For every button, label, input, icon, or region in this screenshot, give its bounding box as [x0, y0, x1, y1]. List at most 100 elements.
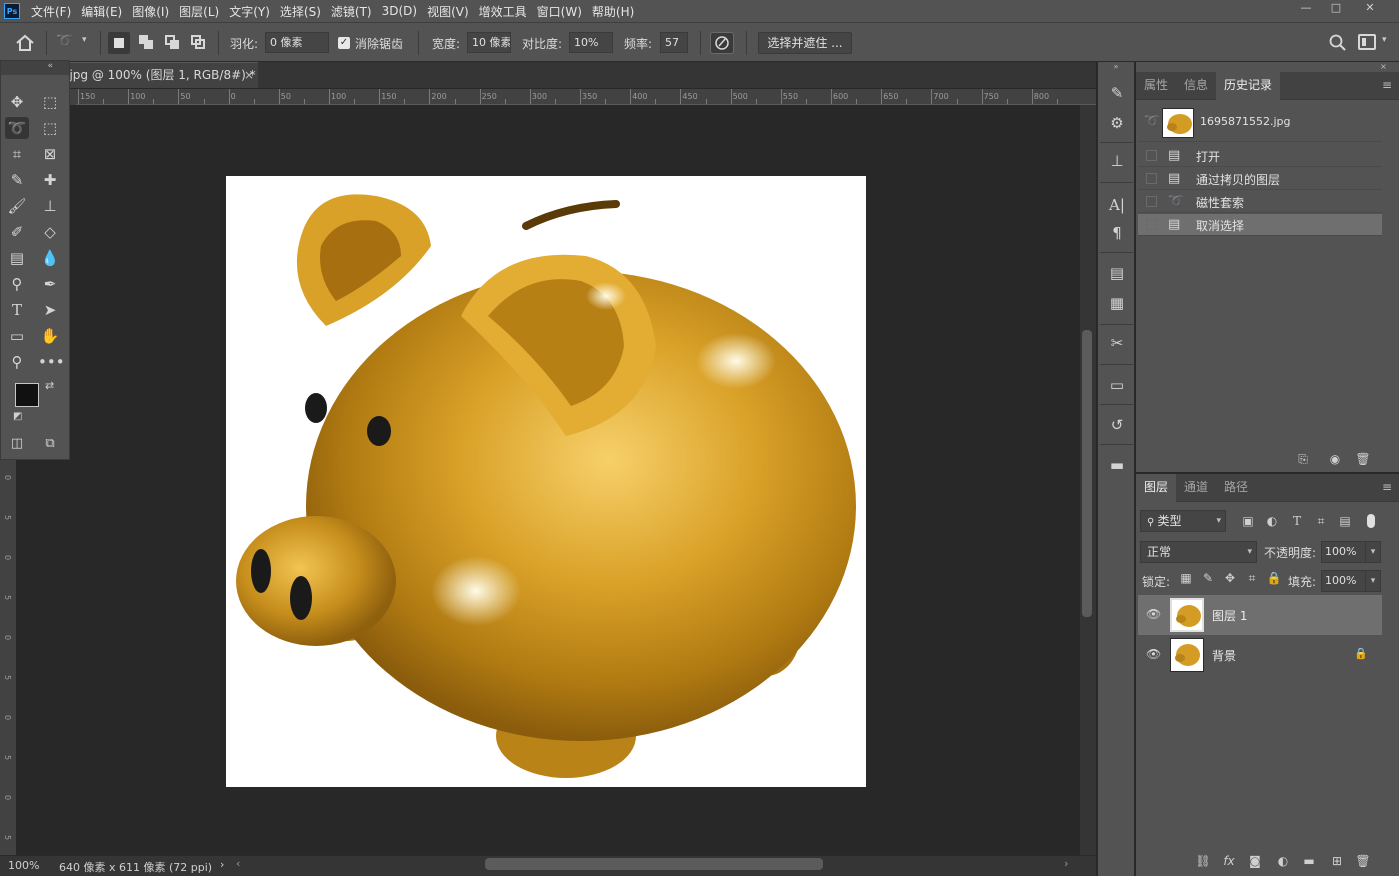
hand-tool-icon[interactable]: ✋ — [38, 325, 62, 347]
layer-name[interactable]: 图层 1 — [1212, 607, 1247, 624]
camera-snapshot-icon[interactable]: ◉ — [1326, 450, 1344, 468]
select-and-mask-button[interactable]: 选择并遮住 ... — [758, 32, 852, 54]
healing-brush-tool-icon[interactable]: ✚ — [38, 169, 62, 191]
default-colors-icon[interactable]: ◩ — [13, 411, 22, 422]
history-collapse-icon[interactable]: × — [1380, 62, 1387, 71]
gradients-icon[interactable]: ▭ — [1105, 374, 1129, 396]
menu-help[interactable]: 帮助(H) — [587, 3, 639, 20]
more-tools-icon[interactable]: ••• — [38, 351, 65, 373]
maximize-button[interactable]: □ — [1321, 0, 1351, 18]
layer-style-fx-icon[interactable]: fx — [1220, 852, 1238, 870]
menu-window[interactable]: 窗口(W) — [532, 3, 587, 20]
paragraph-icon[interactable]: ¶ — [1105, 222, 1129, 244]
tool-presets-icon[interactable]: ✂ — [1105, 332, 1129, 354]
screen-mode-icon[interactable]: ⧉ — [38, 433, 62, 455]
magnetic-lasso-tool-icon[interactable]: ➰ — [5, 117, 29, 139]
menu-select[interactable]: 选择(S) — [275, 3, 326, 20]
document-canvas[interactable] — [226, 176, 866, 787]
lock-icon[interactable]: 🔒 — [1354, 647, 1368, 660]
menu-view[interactable]: 视图(V) — [422, 3, 474, 20]
visibility-eye-icon[interactable]: 👁 — [1146, 647, 1162, 663]
layer-row-layer-1[interactable]: 👁 图层 1 — [1138, 595, 1382, 635]
antialias-checkbox[interactable]: ✓ — [338, 37, 350, 49]
magnetic-lasso-preset-icon[interactable]: ➰ — [56, 33, 78, 53]
tab-properties[interactable]: 属性 — [1136, 72, 1176, 100]
scroll-right-icon[interactable]: › — [1064, 857, 1068, 870]
menu-plugins[interactable]: 增效工具 — [474, 3, 532, 20]
new-layer-icon[interactable]: ⊞ — [1328, 852, 1346, 870]
eraser-tool-icon[interactable]: ◇ — [38, 221, 62, 243]
delete-layer-icon[interactable]: 🗑 — [1354, 852, 1372, 870]
move-tool-icon[interactable]: ✥ — [5, 91, 29, 113]
quick-mask-icon[interactable]: ◫ — [5, 433, 29, 455]
close-window-button[interactable]: ✕ — [1355, 0, 1385, 18]
clone-stamp-tool-icon[interactable]: ⊥ — [38, 195, 62, 217]
frame-tool-icon[interactable]: ⊠ — [38, 143, 62, 165]
lock-artboard-icon[interactable]: ⌗ — [1244, 570, 1260, 586]
chevron-down-icon[interactable]: ▾ — [82, 35, 87, 45]
new-selection-button[interactable] — [108, 32, 130, 54]
trash-icon[interactable]: 🗑 — [1354, 450, 1372, 468]
history-brush-source-checkbox[interactable] — [1146, 219, 1157, 230]
fill-input[interactable]: 100% — [1321, 570, 1367, 592]
history-step[interactable]: ➰ 磁性套索 — [1138, 191, 1382, 213]
history-step[interactable]: ▤ 打开 — [1138, 145, 1382, 167]
adjustment-layer-icon[interactable]: ◐ — [1274, 852, 1292, 870]
subtract-from-selection-button[interactable] — [162, 32, 182, 52]
lock-transparent-pixels-icon[interactable]: ▦ — [1178, 570, 1194, 586]
layer-filter-dropdown[interactable]: ⚲ 类型 ▾ — [1140, 510, 1226, 532]
history-brush-tool-icon[interactable]: ✐ — [5, 221, 29, 243]
filter-adjustment-icon[interactable]: ◐ — [1264, 513, 1280, 529]
tab-layers[interactable]: 图层 — [1136, 474, 1177, 502]
blend-mode-dropdown[interactable]: 正常 ▾ — [1140, 541, 1257, 563]
visibility-eye-icon[interactable]: 👁 — [1146, 607, 1162, 623]
glyphs-icon[interactable]: ▦ — [1105, 292, 1129, 314]
feather-input[interactable]: 0 像素 — [265, 32, 329, 53]
contrast-input[interactable]: 10% — [569, 32, 613, 53]
opacity-input[interactable]: 100% — [1321, 541, 1367, 563]
tab-info[interactable]: 信息 — [1176, 72, 1216, 100]
intersect-selection-button[interactable] — [188, 32, 208, 52]
add-mask-icon[interactable]: ◙ — [1246, 852, 1264, 870]
swap-colors-icon[interactable]: ⇄ — [45, 379, 54, 392]
home-icon[interactable] — [14, 33, 36, 53]
path-selection-tool-icon[interactable]: ➤ — [38, 299, 62, 321]
foreground-color-swatch[interactable] — [15, 383, 39, 407]
tab-channels[interactable]: 通道 — [1176, 474, 1216, 502]
notes-icon[interactable]: ▤ — [1105, 262, 1129, 284]
menu-3d[interactable]: 3D(D) — [377, 4, 422, 18]
history-step[interactable]: ▤ 通过拷贝的图层 — [1138, 168, 1382, 190]
blur-tool-icon[interactable]: 💧 — [38, 247, 62, 269]
fill-chevron-icon[interactable]: ▾ — [1365, 570, 1381, 592]
status-menu-arrow-icon[interactable]: › — [220, 858, 224, 871]
clone-source-icon[interactable]: ⊥ — [1105, 150, 1129, 172]
filter-smart-object-icon[interactable]: ▤ — [1337, 513, 1353, 529]
layer-row-background[interactable]: 👁 背景 🔒 — [1138, 635, 1382, 675]
zoom-level[interactable]: 100% — [8, 859, 39, 872]
layer-name[interactable]: 背景 — [1212, 647, 1236, 664]
actions-icon[interactable]: ▬ — [1105, 454, 1129, 476]
lock-image-pixels-icon[interactable]: ✎ — [1200, 570, 1216, 586]
workspace-icon[interactable] — [1358, 34, 1376, 50]
collapse-panels-icon[interactable]: » — [1098, 62, 1134, 72]
document-tab[interactable]: 2.jpg @ 100% (图层 1, RGB/8#) * × — [56, 62, 258, 88]
character-icon[interactable]: A| — [1105, 194, 1129, 216]
menu-layer[interactable]: 图层(L) — [174, 3, 224, 20]
search-icon[interactable] — [1328, 33, 1348, 53]
object-selection-tool-icon[interactable]: ⬚ — [38, 117, 62, 139]
panel-menu-icon[interactable]: ≡ — [1382, 480, 1392, 494]
gradient-tool-icon[interactable]: ▤ — [5, 247, 29, 269]
brush-settings-icon[interactable]: ✎ — [1105, 82, 1129, 104]
opacity-chevron-icon[interactable]: ▾ — [1365, 541, 1381, 563]
lock-position-icon[interactable]: ✥ — [1222, 570, 1238, 586]
dodge-tool-icon[interactable]: ⚲ — [5, 273, 29, 295]
pen-pressure-icon[interactable] — [710, 32, 734, 54]
minimize-button[interactable]: — — [1291, 0, 1321, 18]
menu-file[interactable]: 文件(F) — [26, 3, 76, 20]
lock-all-icon[interactable]: 🔒 — [1266, 570, 1282, 586]
workspace-chevron-icon[interactable]: ▾ — [1382, 35, 1387, 45]
history-snapshot[interactable]: ➰ 1695871552.jpg — [1138, 104, 1382, 142]
filter-toggle[interactable] — [1367, 514, 1375, 528]
vertical-scroll-thumb[interactable] — [1082, 330, 1092, 617]
history-brush-source-checkbox[interactable] — [1146, 150, 1157, 161]
